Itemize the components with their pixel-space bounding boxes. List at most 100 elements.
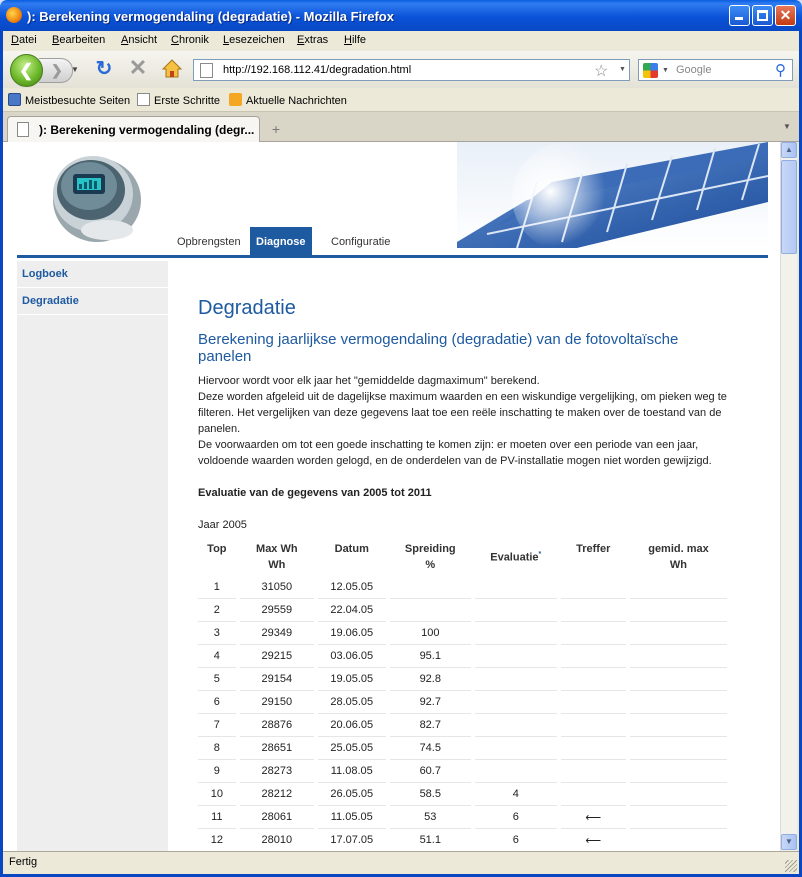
scroll-thumb[interactable] xyxy=(781,160,797,254)
tab-label: ): Berekening vermogendaling (degr... xyxy=(39,123,255,137)
reload-icon[interactable]: ↻ xyxy=(93,58,115,80)
table-row: 11 28061 11.05.05 53 6 ⟵ xyxy=(198,806,727,829)
menu-extras[interactable]: Extras xyxy=(297,34,328,46)
table-cell xyxy=(629,622,727,645)
table-cell xyxy=(629,645,727,668)
vertical-scrollbar[interactable]: ▲ ▼ xyxy=(780,142,797,851)
new-tab-button[interactable]: + xyxy=(264,118,288,140)
table-cell: 28212 xyxy=(239,783,314,806)
tab-strip: ): Berekening vermogendaling (degr... + … xyxy=(3,112,799,143)
table-row: 8 28651 25.05.05 74.5 xyxy=(198,737,727,760)
bookmark-meistbesuchte[interactable]: Meistbesuchte Seiten xyxy=(8,93,130,107)
col-header-datum: Datum xyxy=(334,543,369,555)
table-row: 3 29349 19.06.05 100 xyxy=(198,622,727,645)
table-cell xyxy=(560,691,626,714)
table-cell: 53 xyxy=(389,806,472,829)
menu-ansicht[interactable]: Ansicht xyxy=(121,34,157,46)
table-cell xyxy=(629,737,727,760)
close-button[interactable]: ✕ xyxy=(775,5,796,26)
year-label: Jaar 2005 xyxy=(198,519,247,531)
search-box[interactable]: ▼ Google ⚲ xyxy=(638,59,793,81)
table-cell: 51.1 xyxy=(390,829,471,851)
url-dropdown-icon[interactable]: ▼ xyxy=(619,66,626,73)
table-row: 10 28212 26.05.05 58.5 4 xyxy=(198,783,727,806)
arrow-left-icon: ❮ xyxy=(19,61,34,80)
menu-hilfe[interactable]: Hilfe xyxy=(344,34,366,46)
table-cell: 17.07.05 xyxy=(318,829,386,851)
tab-degradation[interactable]: ): Berekening vermogendaling (degr... xyxy=(7,116,260,143)
sidebar-item-degradatie[interactable]: Degradatie xyxy=(17,288,168,315)
table-row: 1 31050 12.05.05 xyxy=(198,576,727,599)
site: Opbrengsten Diagnose Configuratie Logboe… xyxy=(17,142,769,851)
nav-tab-configuratie[interactable]: Configuratie xyxy=(325,227,396,258)
table-cell: 1 xyxy=(198,576,236,599)
table-cell: 74.5 xyxy=(389,737,472,760)
resize-grip-icon[interactable] xyxy=(785,860,797,872)
table-cell: ⟵ xyxy=(561,829,626,851)
table-cell: 4 xyxy=(198,645,236,668)
stop-icon[interactable]: ✕ xyxy=(127,57,149,79)
menu-datei[interactable]: Datei xyxy=(11,34,37,46)
menu-bearbeiten[interactable]: Bearbeiten xyxy=(52,34,105,46)
minimize-button[interactable] xyxy=(729,5,750,26)
scroll-down-button[interactable]: ▼ xyxy=(781,834,797,850)
maximize-button[interactable] xyxy=(752,5,773,26)
intro-text: Hiervoor wordt voor elk jaar het "gemidd… xyxy=(198,373,728,469)
url-text[interactable]: http://192.168.112.41/degradation.html xyxy=(223,64,411,76)
table-cell: 26.05.05 xyxy=(317,783,386,806)
navigation-toolbar: ❯ ❮ ▼ ↻ ✕ http://192.168.112.41/degradat… xyxy=(3,51,799,88)
menu-lesezeichen[interactable]: Lesezeichen xyxy=(223,34,285,46)
google-icon[interactable] xyxy=(643,63,658,78)
search-icon[interactable]: ⚲ xyxy=(775,61,786,79)
bookmark-label: Aktuelle Nachrichten xyxy=(246,95,347,107)
nav-tab-diagnose[interactable]: Diagnose xyxy=(250,227,312,258)
table-cell: 95.1 xyxy=(389,645,472,668)
table-cell: 100 xyxy=(389,622,472,645)
bookmark-erste-schritte[interactable]: Erste Schritte xyxy=(137,93,220,107)
scroll-up-button[interactable]: ▲ xyxy=(781,142,797,158)
table-cell: 29154 xyxy=(239,668,314,691)
evaluation-heading: Evaluatie van de gegevens van 2005 tot 2… xyxy=(198,487,432,499)
bookmark-star-icon[interactable]: ☆ xyxy=(594,61,608,81)
minimize-icon xyxy=(735,17,743,20)
nav-tab-opbrengsten[interactable]: Opbrengsten xyxy=(171,227,247,258)
search-placeholder[interactable]: Google xyxy=(676,64,711,76)
address-bar[interactable]: http://192.168.112.41/degradation.html ☆… xyxy=(193,59,630,81)
table-row: 5 29154 19.05.05 92.8 xyxy=(198,668,727,691)
home-icon[interactable] xyxy=(161,58,183,80)
search-engine-dropdown-icon[interactable]: ▼ xyxy=(662,67,669,74)
footnote-marker[interactable]: * xyxy=(539,551,542,558)
bookmarks-toolbar: Meistbesuchte Seiten Erste Schritte Aktu… xyxy=(3,88,799,112)
page-icon xyxy=(137,93,150,106)
table-cell: 11 xyxy=(198,806,236,829)
tab-list-dropdown-icon[interactable]: ▼ xyxy=(783,122,791,131)
degradation-table: Top Max Wh Wh Datum Spreiding% Evaluatie*… xyxy=(194,539,731,851)
col-header-top: Top xyxy=(207,543,227,555)
sidebar-item-logboek[interactable]: Logboek xyxy=(17,261,168,288)
bookmark-nachrichten[interactable]: Aktuelle Nachrichten xyxy=(229,93,347,107)
page-icon xyxy=(200,63,213,78)
forward-button[interactable]: ❯ xyxy=(39,58,73,83)
table-row: 9 28273 11.08.05 60.7 xyxy=(198,760,727,783)
history-dropdown-icon[interactable]: ▼ xyxy=(71,65,79,74)
bookmark-label: Meistbesuchte Seiten xyxy=(25,95,131,107)
firefox-icon xyxy=(6,7,22,23)
table-cell xyxy=(560,668,626,691)
folder-icon xyxy=(8,93,21,106)
table-cell xyxy=(475,714,557,737)
status-text: Fertig xyxy=(9,856,38,868)
page-viewport: Opbrengsten Diagnose Configuratie Logboe… xyxy=(3,142,780,851)
intro-paragraph-3: De voorwaarden om tot een goede inschatt… xyxy=(198,439,712,467)
rss-icon xyxy=(229,93,242,106)
back-button[interactable]: ❮ xyxy=(10,54,43,87)
table-cell: 60.7 xyxy=(389,760,472,783)
table-cell: 4 xyxy=(475,783,557,806)
table-cell: 10 xyxy=(198,783,236,806)
menu-chronik[interactable]: Chronik xyxy=(171,34,209,46)
device-logo xyxy=(47,150,141,246)
table-cell: 12.05.05 xyxy=(317,576,386,599)
sidebar: Logboek Degradatie xyxy=(17,261,168,851)
close-icon: ✕ xyxy=(779,7,792,23)
table-cell xyxy=(560,576,626,599)
table-cell: 28061 xyxy=(239,806,314,829)
